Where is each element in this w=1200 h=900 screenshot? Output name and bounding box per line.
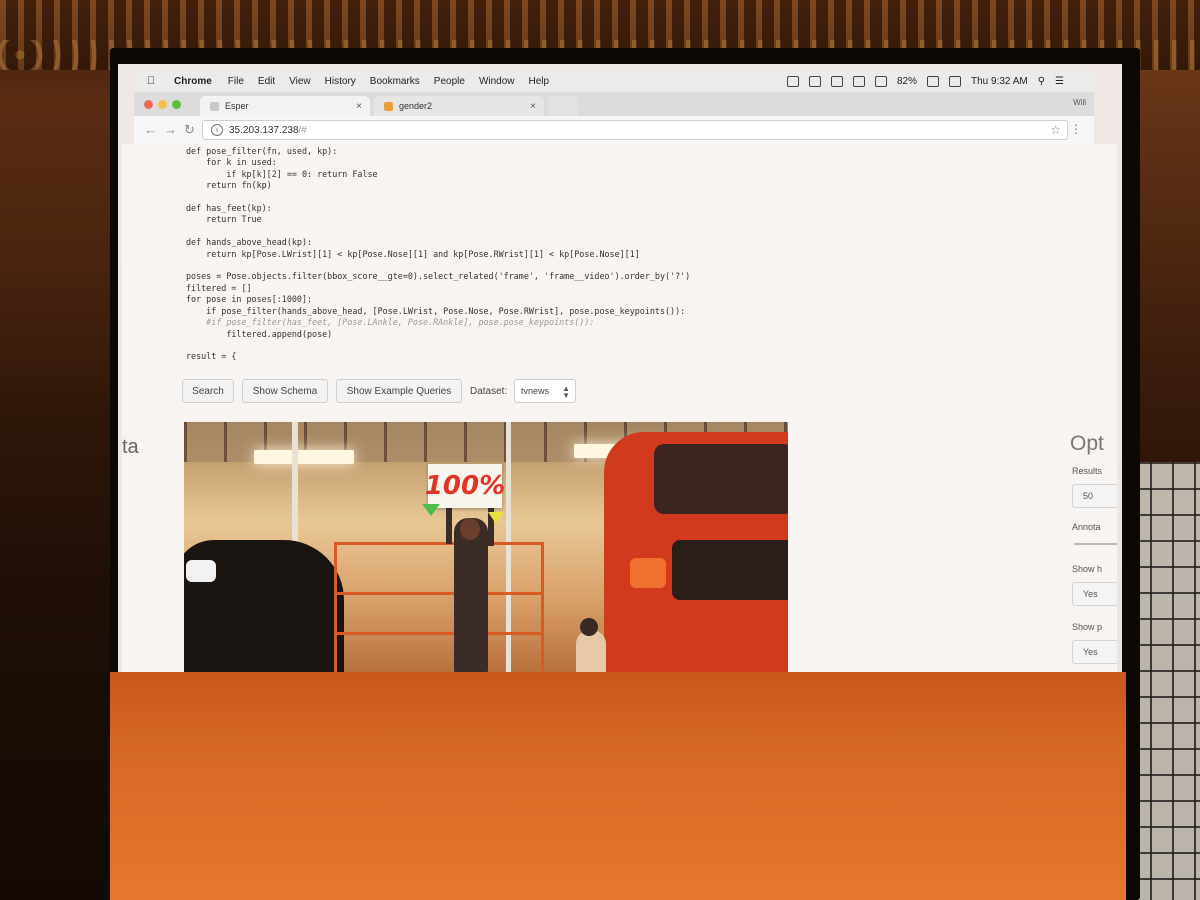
left-wrist-keypoint-icon bbox=[422, 504, 440, 516]
site-info-icon[interactable]: i bbox=[211, 124, 223, 136]
code-line: def pose_filter(fn, used, kp): bbox=[186, 146, 338, 156]
scaffold-rail bbox=[334, 592, 544, 595]
window-minimize-button[interactable] bbox=[158, 100, 167, 109]
code-line: result = { bbox=[186, 351, 237, 362]
annotation-tab[interactable]: Annota bbox=[1072, 522, 1101, 532]
show-example-queries-button[interactable]: Show Example Queries bbox=[336, 379, 462, 403]
code-line: filtered.append(pose) bbox=[186, 328, 333, 339]
orange-scaffold bbox=[334, 542, 544, 672]
airplay-icon[interactable] bbox=[874, 75, 887, 87]
window-zoom-button[interactable] bbox=[172, 100, 181, 109]
search-button[interactable]: Search bbox=[182, 379, 234, 403]
menu-window[interactable]: Window bbox=[479, 76, 515, 87]
menu-edit[interactable]: Edit bbox=[258, 76, 275, 87]
menu-people[interactable]: People bbox=[434, 76, 465, 87]
tab-esper[interactable]: Esper × bbox=[200, 96, 370, 116]
notification-center-icon[interactable]: ☰ bbox=[1055, 76, 1064, 87]
browser-tabstrip: Esper × gender2 × Will bbox=[134, 92, 1094, 116]
flag-icon[interactable] bbox=[949, 75, 961, 87]
code-line: for pose in poses[:1000]: bbox=[186, 294, 313, 305]
query-editor[interactable]: def pose_filter(fn, used, kp): for k in … bbox=[186, 146, 690, 363]
browser-toolbar: ← → ↻ i 35.203.137.238/# ☆ ⋮ bbox=[134, 116, 1094, 145]
code-line: return True bbox=[186, 214, 262, 225]
menubar-status-area: 82% Thu 9:32 AM ⚲ ☰ bbox=[786, 75, 1064, 87]
dropbox-icon[interactable] bbox=[786, 75, 799, 87]
select-caret-icon: ▲ ▼ bbox=[562, 384, 570, 400]
close-icon[interactable]: × bbox=[356, 101, 362, 112]
right-wrist-keypoint-icon bbox=[488, 512, 504, 524]
projector-glow bbox=[110, 672, 1126, 900]
show-pose-label: Show p bbox=[1072, 622, 1103, 632]
code-line: return fn(kp) bbox=[186, 180, 272, 191]
page-favicon-icon bbox=[210, 101, 219, 111]
annotation-tab-underline bbox=[1074, 543, 1117, 545]
options-title: Opt bbox=[1070, 432, 1104, 455]
spotlight-icon[interactable]: ⚲ bbox=[1038, 76, 1045, 87]
address-bar[interactable]: i 35.203.137.238/# ☆ bbox=[202, 120, 1068, 140]
esper-page: def pose_filter(fn, used, kp): for k in … bbox=[122, 144, 1117, 672]
car-rear-window bbox=[654, 444, 788, 514]
url-path: /# bbox=[298, 124, 307, 136]
code-line: if kp[k][2] == 0: return False bbox=[186, 168, 378, 179]
apple-icon[interactable]:  bbox=[142, 75, 160, 87]
bystander-head bbox=[580, 618, 598, 636]
wifi-icon[interactable] bbox=[852, 75, 865, 87]
show-pose-select[interactable]: Yes bbox=[1072, 640, 1117, 664]
new-tab-button[interactable] bbox=[548, 96, 578, 116]
java-icon[interactable] bbox=[808, 75, 821, 87]
code-line: for k in used: bbox=[186, 157, 277, 168]
code-line: def has_feet(kp): bbox=[186, 203, 272, 214]
show-hands-label: Show h bbox=[1072, 564, 1103, 574]
dataset-select[interactable]: tvnews ▲ ▼ bbox=[514, 379, 576, 403]
car-taillight bbox=[630, 558, 666, 588]
window-close-button[interactable] bbox=[144, 100, 153, 109]
scaffold-rail bbox=[334, 632, 544, 635]
results-count-input[interactable]: 50 bbox=[1072, 484, 1117, 508]
ceiling-light bbox=[254, 450, 354, 464]
profile-name[interactable]: Will bbox=[1073, 98, 1086, 107]
held-sign: 100% bbox=[425, 464, 505, 508]
person-head bbox=[460, 518, 480, 540]
result-video-frame[interactable]: 100% bbox=[184, 422, 788, 672]
code-line: return kp[Pose.LWrist][1] < kp[Pose.Nose… bbox=[186, 248, 640, 259]
dataset-selected-value: tvnews bbox=[521, 386, 550, 396]
left-panel-title: ta bbox=[122, 436, 139, 458]
close-icon[interactable]: × bbox=[530, 101, 536, 112]
battery-percent[interactable]: 82% bbox=[897, 76, 917, 87]
back-arrow-icon[interactable]: ← bbox=[144, 122, 157, 137]
tab-title: Esper bbox=[225, 101, 249, 111]
dataset-label: Dataset: bbox=[470, 386, 508, 397]
menu-app-name[interactable]: Chrome bbox=[174, 76, 212, 87]
macos-menubar:  Chrome File Edit View History Bookmark… bbox=[134, 70, 1094, 92]
menu-bookmarks[interactable]: Bookmarks bbox=[370, 76, 420, 87]
jupyter-favicon-icon bbox=[384, 101, 393, 111]
code-line: poses = Pose.objects.filter(bbox_score__… bbox=[186, 271, 691, 282]
person-hands-up bbox=[454, 518, 488, 672]
car-open-trunk bbox=[672, 540, 788, 600]
url-host: 35.203.137.238 bbox=[229, 124, 299, 136]
car-headlight bbox=[186, 560, 216, 582]
code-line: def hands_above_head(kp): bbox=[186, 237, 313, 248]
code-comment-line: #if pose_filter(has_feet, [Pose.LAnkle, … bbox=[186, 317, 595, 328]
battery-icon[interactable] bbox=[927, 75, 939, 87]
bookmark-star-icon[interactable]: ☆ bbox=[1050, 123, 1061, 137]
results-label: Results bbox=[1072, 466, 1103, 476]
show-hands-select[interactable]: Yes bbox=[1072, 582, 1117, 606]
menubar-clock[interactable]: Thu 9:32 AM bbox=[971, 76, 1028, 87]
show-schema-button[interactable]: Show Schema bbox=[242, 379, 328, 403]
tab-gender2[interactable]: gender2 × bbox=[374, 96, 544, 116]
menu-history[interactable]: History bbox=[325, 76, 356, 87]
code-line: if pose_filter(hands_above_head, [Pose.L… bbox=[186, 305, 686, 316]
code-line: filtered = [] bbox=[186, 282, 252, 293]
reload-icon[interactable]: ↻ bbox=[184, 122, 195, 138]
menu-view[interactable]: View bbox=[289, 76, 311, 87]
forward-arrow-icon[interactable]: → bbox=[164, 122, 177, 137]
display-icon[interactable] bbox=[830, 75, 843, 87]
menu-file[interactable]: File bbox=[228, 76, 244, 87]
menu-help[interactable]: Help bbox=[529, 76, 550, 87]
tab-title: gender2 bbox=[399, 101, 433, 111]
bystander bbox=[576, 630, 606, 672]
chrome-menu-icon[interactable]: ⋮ bbox=[1070, 122, 1082, 136]
